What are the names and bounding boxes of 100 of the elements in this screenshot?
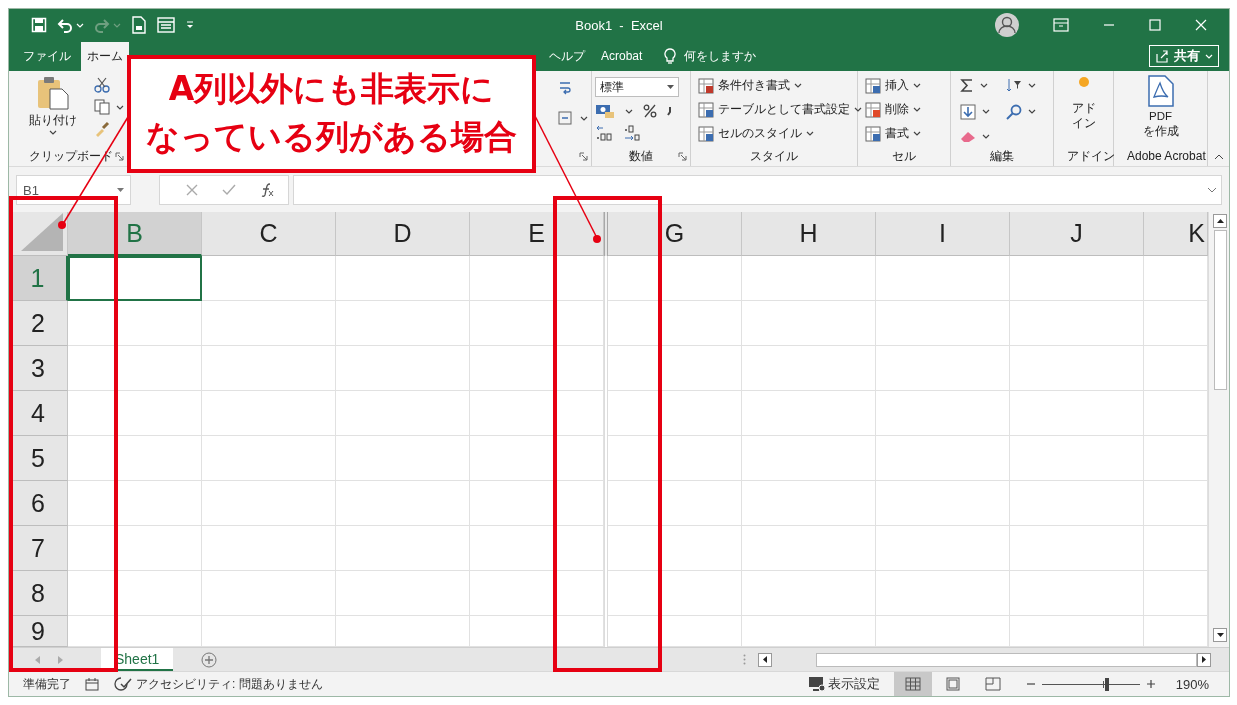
- grid-cell[interactable]: [336, 346, 470, 391]
- paste-button[interactable]: 貼り付け: [29, 75, 77, 146]
- grid-cell[interactable]: [876, 481, 1010, 526]
- grid-cell[interactable]: [742, 256, 876, 301]
- column-header[interactable]: D: [336, 212, 470, 256]
- grid-cell[interactable]: [470, 436, 604, 481]
- launcher-icon[interactable]: [678, 151, 687, 161]
- scroll-down-button[interactable]: [1213, 628, 1227, 642]
- grid-cell[interactable]: [608, 481, 742, 526]
- cancel-icon[interactable]: [186, 184, 198, 196]
- format-painter-icon[interactable]: [94, 121, 110, 137]
- grid-cell[interactable]: [876, 346, 1010, 391]
- macro-recording-icon[interactable]: [85, 677, 99, 691]
- ribbon-tab[interactable]: ヘルプ: [543, 41, 591, 71]
- caret-icon[interactable]: [116, 104, 124, 110]
- search-icon[interactable]: [1006, 104, 1022, 120]
- zoom-in-icon[interactable]: [1145, 679, 1156, 689]
- add-ins-button[interactable]: アド イン: [1071, 75, 1096, 146]
- column-header[interactable]: J: [1010, 212, 1144, 256]
- column-header[interactable]: E: [470, 212, 604, 256]
- grid-cell[interactable]: [202, 391, 336, 436]
- caret-icon[interactable]: [982, 134, 990, 140]
- grid-cell[interactable]: [876, 391, 1010, 436]
- document-icon[interactable]: [131, 16, 147, 34]
- comma-icon[interactable]: [667, 106, 673, 116]
- grid-cell[interactable]: [1010, 481, 1144, 526]
- launcher-icon[interactable]: [579, 151, 588, 161]
- zoom-slider-thumb[interactable]: [1105, 677, 1110, 691]
- add-sheet-icon[interactable]: [201, 651, 217, 668]
- fill-icon[interactable]: [960, 104, 976, 120]
- grid-cell[interactable]: [336, 256, 470, 301]
- style-command[interactable]: セルのスタイル: [698, 123, 862, 144]
- grid-cell[interactable]: [742, 571, 876, 616]
- cells-command[interactable]: 削除: [865, 99, 921, 120]
- caret-icon[interactable]: [580, 115, 588, 121]
- grid-cell[interactable]: [202, 301, 336, 346]
- percent-icon[interactable]: [643, 104, 657, 118]
- active-cell[interactable]: [68, 256, 202, 301]
- grid-cell[interactable]: [742, 301, 876, 346]
- grid-cell[interactable]: [68, 346, 202, 391]
- caret-icon[interactable]: [980, 83, 988, 89]
- wrap-text-icon[interactable]: [558, 81, 572, 97]
- grid-cell[interactable]: [1010, 526, 1144, 571]
- ribbon-tab[interactable]: Acrobat: [595, 41, 649, 71]
- copy-icon[interactable]: [94, 99, 110, 115]
- grid-cell[interactable]: [202, 346, 336, 391]
- grid-cell[interactable]: [470, 481, 604, 526]
- grid-cell[interactable]: [470, 301, 604, 346]
- grid-cell[interactable]: [608, 436, 742, 481]
- expand-icon[interactable]: [1207, 187, 1217, 193]
- grid-cell[interactable]: [876, 301, 1010, 346]
- grid-cell[interactable]: [742, 391, 876, 436]
- column-header[interactable]: C: [202, 212, 336, 256]
- function-icon[interactable]: [260, 183, 274, 197]
- ribbon-tab[interactable]: ホーム: [81, 42, 129, 71]
- scroll-left-button[interactable]: [758, 652, 772, 667]
- grid-cell[interactable]: [470, 391, 604, 436]
- grid-cell[interactable]: [470, 346, 604, 391]
- grid-cell[interactable]: [876, 436, 1010, 481]
- grid-cell[interactable]: [336, 526, 470, 571]
- column-header[interactable]: H: [742, 212, 876, 256]
- grid-cell[interactable]: [68, 301, 202, 346]
- caret-icon[interactable]: [1028, 83, 1036, 89]
- save-icon[interactable]: [31, 17, 47, 33]
- ribbon-display-icon[interactable]: [1053, 18, 1069, 32]
- grid-cell[interactable]: [68, 391, 202, 436]
- grid-cell[interactable]: [68, 436, 202, 481]
- undo-icon[interactable]: [57, 17, 73, 33]
- grid-cell[interactable]: [202, 256, 336, 301]
- caret-icon[interactable]: [982, 109, 990, 115]
- sort-filter-icon[interactable]: [1006, 78, 1022, 94]
- splitter-handle-icon[interactable]: [743, 654, 746, 665]
- scissors-icon[interactable]: [94, 77, 110, 93]
- style-command[interactable]: 条件付き書式: [698, 75, 862, 96]
- grid-cell[interactable]: [336, 436, 470, 481]
- column-header[interactable]: K: [1144, 212, 1208, 256]
- grid-cell[interactable]: [742, 346, 876, 391]
- column-header[interactable]: B: [68, 212, 202, 256]
- normal-view-button[interactable]: [893, 672, 932, 696]
- grid-cell[interactable]: [608, 301, 742, 346]
- grid-cell[interactable]: [1010, 391, 1144, 436]
- grid-cell[interactable]: [1010, 301, 1144, 346]
- grid-cell[interactable]: [608, 526, 742, 571]
- sum-icon[interactable]: [960, 78, 974, 94]
- merge-cells-icon[interactable]: [558, 111, 572, 125]
- cells-command[interactable]: 書式: [865, 123, 921, 144]
- tell-me-field[interactable]: 何をしますか: [684, 49, 775, 63]
- grid-cell[interactable]: [1010, 346, 1144, 391]
- zoom-slider[interactable]: [1041, 679, 1140, 689]
- grid-cell[interactable]: [876, 526, 1010, 571]
- grid-cell[interactable]: [202, 436, 336, 481]
- increase-decimal-icon[interactable]: [595, 125, 613, 141]
- launcher-icon[interactable]: [115, 151, 124, 161]
- horizontal-scrollbar-thumb[interactable]: [816, 652, 1197, 667]
- style-command[interactable]: テーブルとして書式設定: [698, 99, 862, 120]
- create-pdf-button[interactable]: PDF を作成: [1142, 75, 1179, 146]
- grid-cell[interactable]: [470, 526, 604, 571]
- grid-cell[interactable]: [202, 571, 336, 616]
- grid-cell[interactable]: [608, 346, 742, 391]
- grid-cell[interactable]: [876, 571, 1010, 616]
